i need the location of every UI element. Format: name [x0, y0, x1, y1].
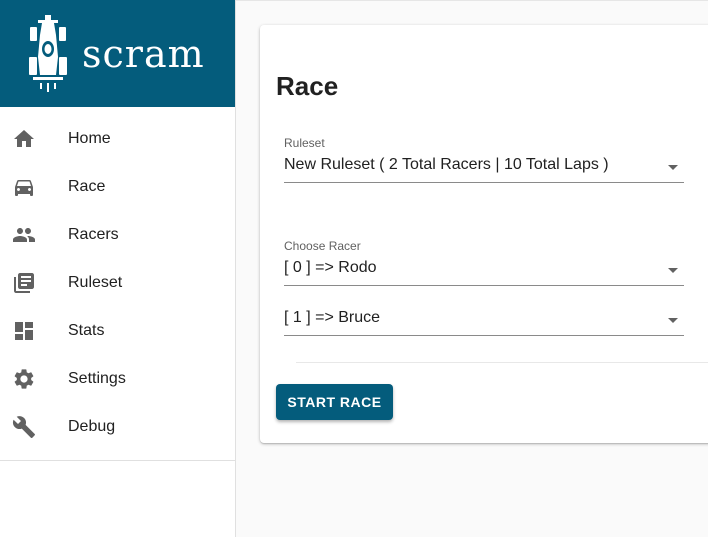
nav-item-race[interactable]: Race: [0, 163, 235, 211]
top-border: [236, 0, 708, 1]
nav-item-label: Stats: [68, 322, 105, 339]
nav-item-label: Settings: [68, 370, 126, 387]
nav-item-label: Debug: [68, 418, 116, 435]
dropdown-arrow-icon: [668, 318, 678, 323]
racer-select-1[interactable]: [ 1 ] => Bruce: [284, 309, 684, 336]
ruleset-value: New Ruleset ( 2 Total Racers | 10 Total …: [284, 156, 609, 173]
app-title: scram: [82, 31, 205, 76]
choose-racer-label: Choose Racer: [284, 239, 361, 253]
nav-item-settings[interactable]: Settings: [0, 355, 235, 403]
sidebar: scram Home Race Racers Ruleset Stats Set…: [0, 0, 236, 537]
ruleset-label: Ruleset: [284, 136, 325, 150]
racer-value: [ 1 ] => Bruce: [284, 309, 381, 326]
wrench-icon: [12, 415, 36, 439]
nav-item-label: Ruleset: [68, 274, 123, 291]
dashboard-icon: [12, 319, 36, 343]
race-card: Race Ruleset New Ruleset ( 2 Total Racer…: [260, 25, 708, 443]
car-icon: [12, 175, 36, 199]
nav-item-home[interactable]: Home: [0, 115, 235, 163]
nav-item-label: Home: [68, 130, 111, 147]
divider: [296, 362, 708, 363]
racer-select-0[interactable]: Choose Racer [ 0 ] => Rodo: [284, 239, 684, 286]
start-race-button[interactable]: START RACE: [276, 384, 393, 420]
nav-item-debug[interactable]: Debug: [0, 403, 235, 451]
people-icon: [12, 223, 36, 247]
nav-menu: Home Race Racers Ruleset Stats Settings …: [0, 107, 235, 461]
nav-item-label: Racers: [68, 226, 119, 243]
nav-item-ruleset[interactable]: Ruleset: [0, 259, 235, 307]
library-books-icon: [12, 271, 36, 295]
nav-item-label: Race: [68, 178, 106, 195]
page-title: Race: [276, 71, 339, 101]
dropdown-arrow-icon: [668, 268, 678, 273]
racer-value: [ 0 ] => Rodo: [284, 259, 377, 276]
app-header: scram: [0, 0, 235, 107]
home-icon: [12, 127, 36, 151]
dropdown-arrow-icon: [668, 165, 678, 170]
ruleset-select[interactable]: Ruleset New Ruleset ( 2 Total Racers | 1…: [284, 136, 684, 183]
race-car-icon: [29, 14, 67, 92]
nav-item-racers[interactable]: Racers: [0, 211, 235, 259]
gear-icon: [12, 367, 36, 391]
nav-item-stats[interactable]: Stats: [0, 307, 235, 355]
